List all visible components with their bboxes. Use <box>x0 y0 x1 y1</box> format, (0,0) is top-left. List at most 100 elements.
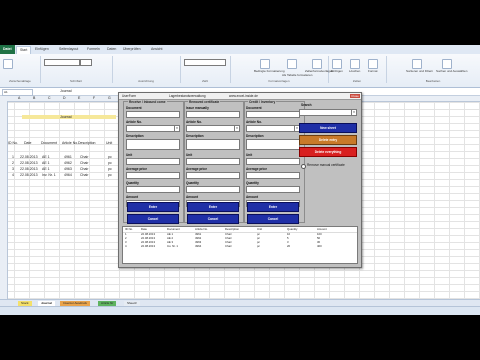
tab-page-layout[interactable]: Seitenlayout <box>56 46 81 53</box>
col-header[interactable]: E <box>78 96 80 100</box>
avg-price-input[interactable] <box>186 172 240 179</box>
description-input[interactable] <box>186 139 240 150</box>
description-input[interactable] <box>246 139 300 150</box>
document-input[interactable] <box>186 111 240 118</box>
quantity-input[interactable] <box>246 186 300 193</box>
cell[interactable]: Chair <box>80 167 88 171</box>
cell[interactable]: Inv. Nr. 1 <box>42 173 56 177</box>
delete-everything-button[interactable]: Delete everything <box>299 147 357 157</box>
col-header[interactable]: A <box>18 96 20 100</box>
tab-start[interactable]: Start <box>16 46 32 54</box>
cell[interactable]: 4963 <box>64 167 72 171</box>
col-header[interactable]: F <box>93 96 95 100</box>
font-name-field[interactable] <box>44 59 80 66</box>
cell[interactable]: AE 1 <box>42 161 50 165</box>
format-cells-button[interactable]: Format <box>368 69 378 73</box>
cancel-button-receive[interactable]: Cancel <box>127 214 179 224</box>
cell[interactable]: AE 1 <box>42 155 50 159</box>
find-select-button[interactable]: Suchen und Auswählen <box>436 69 467 73</box>
avg-price-input[interactable] <box>246 172 300 179</box>
quantity-input[interactable] <box>126 186 180 193</box>
cell[interactable]: 22.08.2013 <box>20 167 38 171</box>
chevron-down-icon[interactable]: ▾ <box>234 126 239 131</box>
col-header[interactable]: D <box>63 96 66 100</box>
cell[interactable]: 22.08.2013 <box>20 155 38 159</box>
article-select[interactable]: ▾ <box>186 125 240 132</box>
delete-entry-button[interactable]: Delete entry <box>299 135 357 145</box>
label-quantity: Quantity <box>126 181 139 185</box>
delete-cells-icon[interactable] <box>350 59 360 69</box>
chevron-down-icon[interactable]: ▾ <box>351 110 356 115</box>
cell[interactable]: 22.08.2013 <box>20 173 38 177</box>
cell[interactable]: 1 <box>12 155 14 159</box>
list-item[interactable]: 4 22.08.2013 Inv. Nr. 1 4964 Chair pc 20… <box>123 244 357 249</box>
chevron-down-icon[interactable]: ▾ <box>174 126 179 131</box>
cell[interactable]: Chair <box>80 161 88 165</box>
cell[interactable]: pc <box>108 173 112 177</box>
cell[interactable]: 4 <box>12 173 14 177</box>
cell[interactable]: 4964 <box>64 173 72 177</box>
cell[interactable]: pc <box>108 167 112 171</box>
unit-input[interactable] <box>186 158 240 165</box>
insert-cells-icon[interactable] <box>332 59 342 69</box>
format-as-table-icon[interactable] <box>287 59 297 69</box>
number-format-field[interactable] <box>184 59 226 66</box>
cell[interactable]: 3 <box>12 167 14 171</box>
sort-filter-button[interactable]: Sortieren und Filtern <box>406 69 433 73</box>
formula-input[interactable]: Journal <box>60 89 71 94</box>
find-select-icon[interactable] <box>442 59 452 69</box>
cell[interactable]: 2 <box>12 161 14 165</box>
delete-cells-button[interactable]: Löschen <box>349 69 360 73</box>
document-input[interactable] <box>246 111 300 118</box>
font-size-field[interactable] <box>80 59 92 66</box>
col-header[interactable]: C <box>48 96 51 100</box>
tab-insert[interactable]: Einfügen <box>32 46 52 53</box>
cell[interactable]: pc <box>108 155 112 159</box>
col-header[interactable]: G <box>108 96 111 100</box>
format-as-table-button[interactable]: Als Tabelle formatieren <box>282 73 312 77</box>
unit-input[interactable] <box>246 158 300 165</box>
search-select[interactable]: ▾ <box>299 109 357 116</box>
cancel-button-credit[interactable]: Cancel <box>247 214 299 224</box>
cell[interactable]: Chair <box>80 155 88 159</box>
article-select[interactable]: ▾ <box>126 125 180 132</box>
enter-button-removed[interactable]: Enter <box>187 202 239 212</box>
enter-button-credit[interactable]: Enter <box>247 202 299 212</box>
enter-button-receive[interactable]: Enter <box>127 202 179 212</box>
sort-filter-icon[interactable] <box>412 59 422 69</box>
entries-listbox[interactable]: ID No. Date Document Article No. Descrip… <box>122 226 358 264</box>
list-cell: 22.08.2013 <box>141 244 155 248</box>
tab-data[interactable]: Daten <box>104 46 119 53</box>
cell[interactable]: Chair <box>80 173 88 177</box>
list-item[interactable]: 1 22.08.2013 AE 1 4961 Chair pc 10 100 <box>123 232 357 237</box>
cell[interactable]: 4961 <box>64 155 72 159</box>
paste-icon[interactable] <box>3 59 13 69</box>
new-sheet-button[interactable]: New sheet <box>299 123 357 133</box>
conditional-format-button[interactable]: Bedingte Formatierung <box>254 69 285 73</box>
document-input[interactable] <box>126 111 180 118</box>
cancel-button-removed[interactable]: Cancel <box>187 214 239 224</box>
tab-formulas[interactable]: Formeln <box>84 46 103 53</box>
cell-styles-icon[interactable] <box>312 59 322 69</box>
avg-price-input[interactable] <box>126 172 180 179</box>
col-header[interactable]: B <box>33 96 35 100</box>
quantity-input[interactable] <box>186 186 240 193</box>
insert-cells-button[interactable]: Einfügen <box>331 69 343 73</box>
cell[interactable]: 22.08.2013 <box>20 161 38 165</box>
cell[interactable]: AE 1 <box>42 167 50 171</box>
cell[interactable]: 4962 <box>64 161 72 165</box>
close-button[interactable]: Close <box>350 94 360 98</box>
remove-manual-radio[interactable] <box>301 164 306 169</box>
tab-review[interactable]: Überprüfen <box>120 46 144 53</box>
radio-label: Remove manual certificate <box>307 163 345 167</box>
conditional-format-icon[interactable] <box>260 59 270 69</box>
format-cells-icon[interactable] <box>368 59 378 69</box>
name-box[interactable]: A1 <box>2 89 33 96</box>
tab-view[interactable]: Ansicht <box>148 46 165 53</box>
list-item[interactable]: 2 22.08.2013 AE 2 4962 Chair pc 5 50 <box>123 236 357 241</box>
description-input[interactable] <box>126 139 180 150</box>
unit-input[interactable] <box>126 158 180 165</box>
article-select[interactable]: ▾ <box>246 125 300 132</box>
tab-file[interactable]: Datei <box>0 45 15 54</box>
cell[interactable]: pc <box>108 161 112 165</box>
